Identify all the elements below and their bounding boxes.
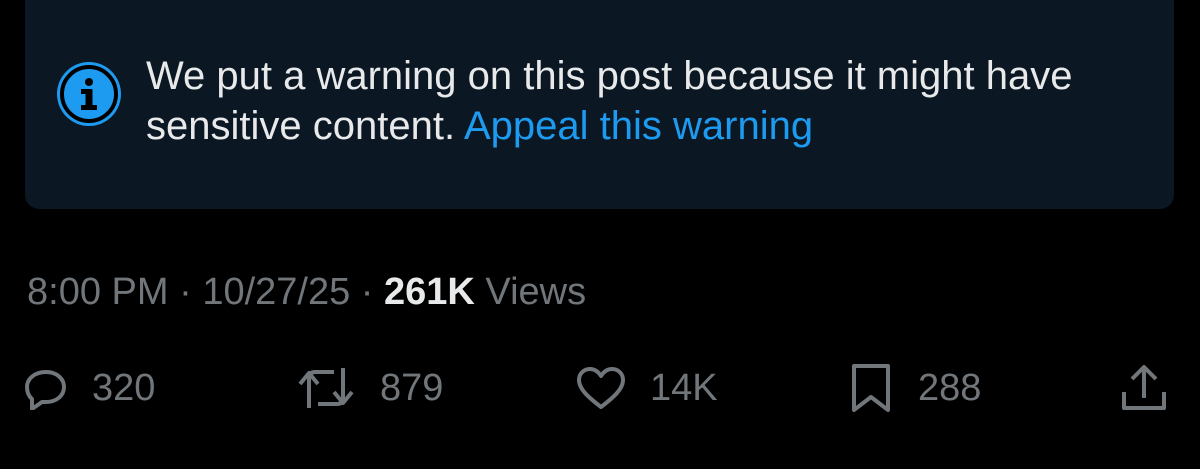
repost-button[interactable]: 879 — [296, 360, 443, 416]
reply-button[interactable]: 320 — [24, 360, 155, 416]
bookmark-icon — [848, 362, 894, 414]
meta-separator: · — [360, 271, 374, 313]
share-button[interactable] — [1118, 360, 1170, 416]
reply-icon — [24, 366, 68, 410]
repost-icon — [296, 366, 356, 410]
post-time: 8:00 PM — [27, 271, 169, 313]
info-icon — [57, 62, 121, 126]
post-metadata: 8:00 PM · 10/27/25 · 261K Views — [27, 269, 586, 315]
appeal-warning-link[interactable]: Appeal this warning — [464, 104, 813, 148]
bookmark-count: 288 — [918, 367, 982, 409]
post-date[interactable]: 10/27/25 — [202, 271, 350, 313]
share-icon — [1118, 362, 1170, 414]
meta-separator: · — [179, 271, 192, 313]
like-button[interactable]: 14K — [576, 360, 718, 416]
like-count: 14K — [650, 367, 718, 409]
warning-message: We put a warning on this post because it… — [146, 51, 1146, 151]
views-count: 261K — [384, 271, 475, 313]
repost-count: 879 — [380, 367, 444, 409]
heart-icon — [576, 366, 626, 410]
bookmark-button[interactable]: 288 — [848, 360, 981, 416]
sensitive-content-warning: We put a warning on this post because it… — [25, 0, 1174, 209]
reply-count: 320 — [92, 367, 156, 409]
views-label: Views — [485, 271, 587, 313]
